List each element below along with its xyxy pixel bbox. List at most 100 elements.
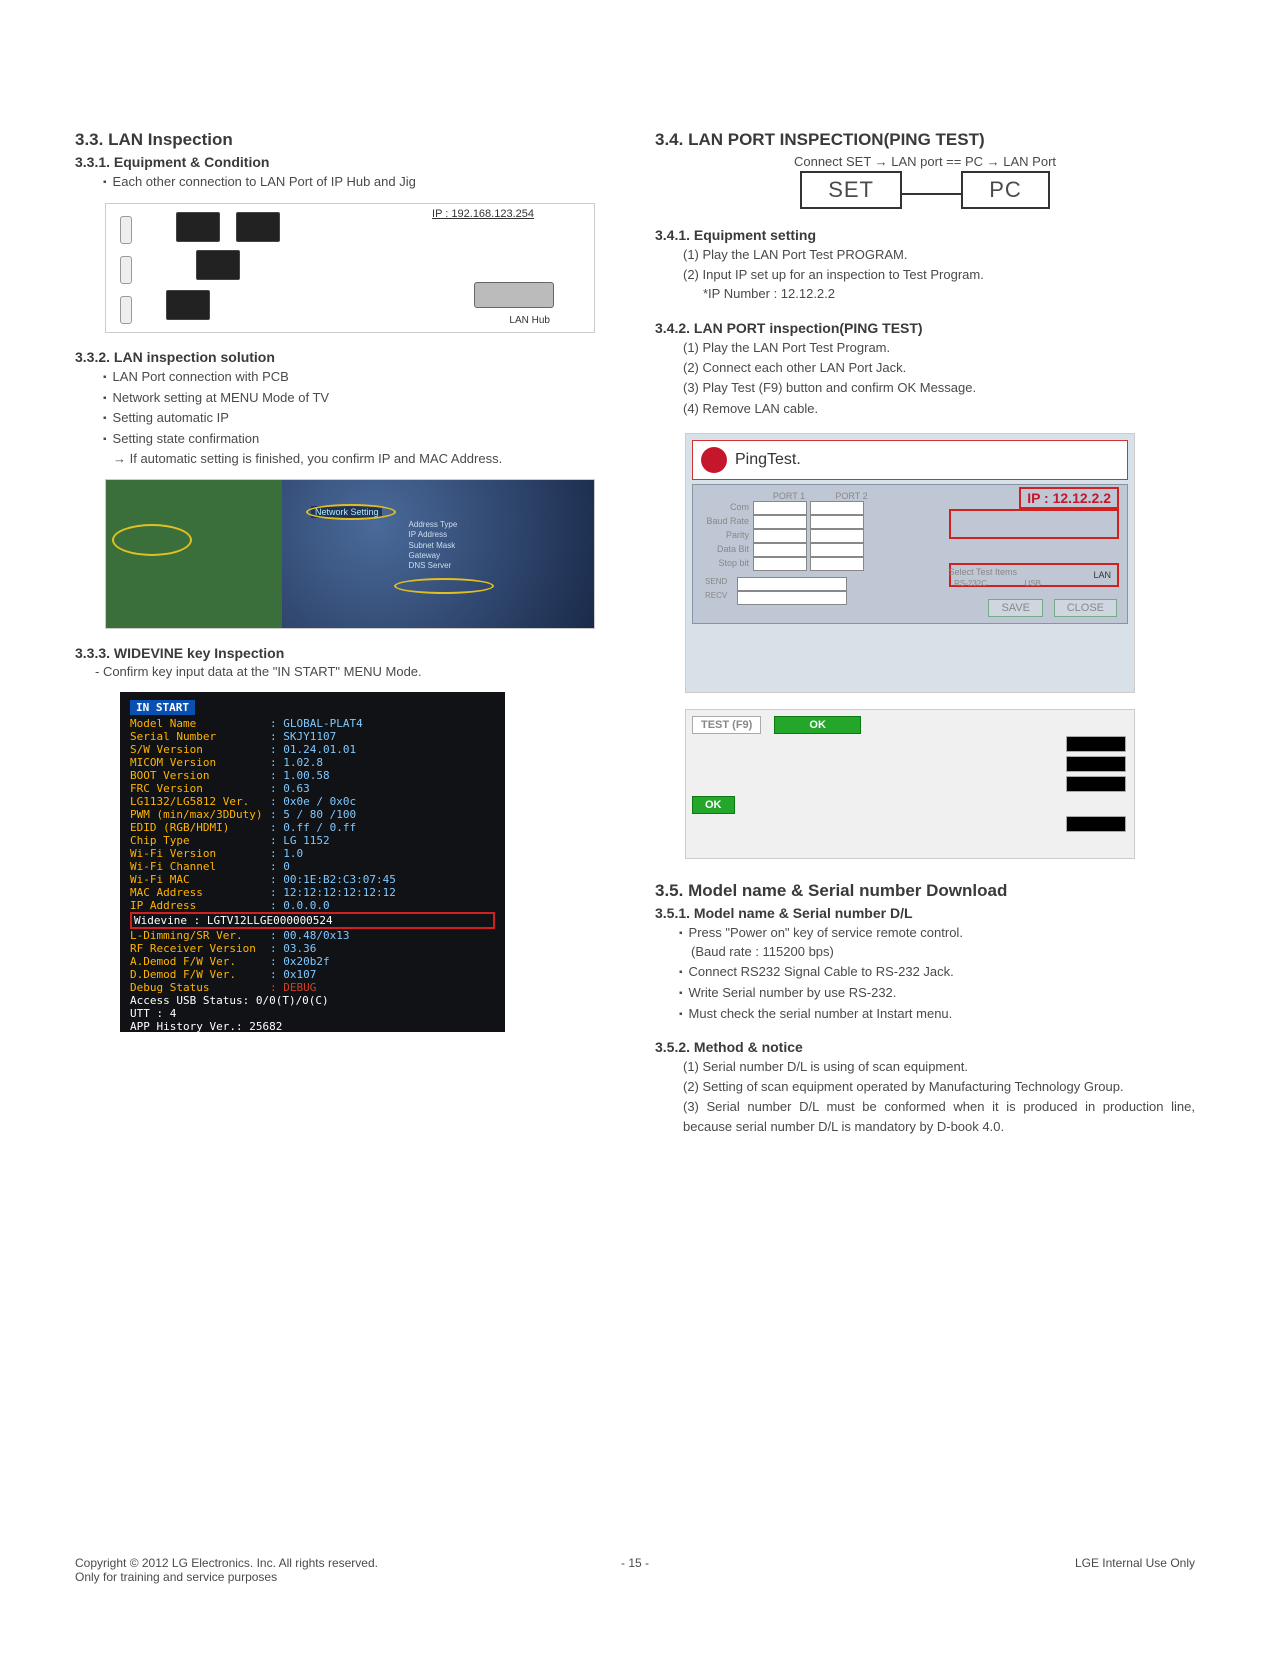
instart-r24: APP History Ver.: 25682 bbox=[130, 1020, 282, 1032]
instart-r02v: : SKJY1107 bbox=[270, 730, 336, 743]
recv-label: RECV bbox=[705, 591, 727, 600]
fld-stopbit: Stop bit bbox=[699, 557, 753, 571]
box-pc: PC bbox=[961, 171, 1050, 209]
instart-r09v: : 0.ff / 0.ff bbox=[270, 821, 356, 834]
heading-3-4-1: 3.4.1. Equipment setting bbox=[655, 227, 1195, 243]
instart-r10v: : LG 1152 bbox=[270, 834, 330, 847]
text-351-b4: Must check the serial number at Instart … bbox=[679, 1004, 1195, 1025]
text-332-b4: Setting state confirmation bbox=[103, 429, 615, 450]
ok-box: OK bbox=[692, 796, 735, 814]
fld-databit: Data Bit bbox=[699, 543, 753, 557]
instart-r18l: RF Receiver Version bbox=[130, 942, 270, 955]
heading-3-3: 3.3. LAN Inspection bbox=[75, 130, 615, 150]
ip-line3: Subnet Mask bbox=[409, 541, 458, 551]
text-342-l2: (2) Connect each other LAN Port Jack. bbox=[683, 358, 1195, 378]
text-332-b1: LAN Port connection with PCB bbox=[103, 367, 615, 388]
instart-r22: Access USB Status: 0/0(T)/0(C) bbox=[130, 994, 329, 1007]
instart-r15v: : 0.0.0.0 bbox=[270, 899, 330, 912]
instart-r01l: Model Name bbox=[130, 717, 270, 730]
instart-r12v: : 0 bbox=[270, 860, 290, 873]
box-set: SET bbox=[800, 171, 902, 209]
radio-rs232c: RS-232C bbox=[954, 579, 987, 588]
instart-r08l: PWM (min/max/3DDuty) bbox=[130, 808, 270, 821]
instart-r15l: IP Address bbox=[130, 899, 270, 912]
ip-line2: IP Address bbox=[409, 530, 458, 540]
instart-r13v: : 00:1E:B2:C3:07:45 bbox=[270, 873, 396, 886]
figure-lan-hub: IP : 192.168.123.254 LAN Hub bbox=[105, 203, 595, 333]
heading-3-3-3: 3.3.3. WIDEVINE key Inspection bbox=[75, 645, 615, 661]
figure-test-ok: TEST (F9) OK OK bbox=[685, 709, 1135, 859]
text-341-l1: (1) Play the LAN Port Test PROGRAM. bbox=[683, 245, 1195, 265]
instart-r14l: MAC Address bbox=[130, 886, 270, 899]
instart-r06l: FRC Version bbox=[130, 782, 270, 795]
ip-line1: Address Type bbox=[409, 520, 458, 530]
select-test-items: Select Test Items bbox=[949, 567, 1017, 577]
instart-r21v: : DEBUG bbox=[270, 981, 316, 994]
instart-r23: UTT : 4 bbox=[130, 1007, 270, 1020]
text-332-b4-sub: → If automatic setting is finished, you … bbox=[113, 450, 615, 469]
figure-instart: IN START Model Name: GLOBAL-PLAT4 Serial… bbox=[120, 692, 505, 1032]
instart-r08v: : 5 / 80 /100 bbox=[270, 808, 356, 821]
text-332-b3: Setting automatic IP bbox=[103, 408, 615, 429]
port2-label: PORT 2 bbox=[822, 491, 882, 501]
figure-jig: PCBA JIG Ready Setting automatic IP Netw… bbox=[105, 479, 595, 629]
instart-r03v: : 01.24.01.01 bbox=[270, 743, 356, 756]
instart-r17l: L-Dimming/SR Ver. bbox=[130, 929, 270, 942]
instart-r03l: S/W Version bbox=[130, 743, 270, 756]
heading-3-4: 3.4. LAN PORT INSPECTION(PING TEST) bbox=[655, 130, 1195, 150]
text-341-l2: (2) Input IP set up for an inspection to… bbox=[683, 265, 1195, 285]
instart-r12l: Wi-Fi Channel bbox=[130, 860, 270, 873]
footer-purpose: Only for training and service purposes bbox=[75, 1570, 378, 1584]
instart-r21l: Debug Status bbox=[130, 981, 270, 994]
heading-3-5-2: 3.5.2. Method & notice bbox=[655, 1039, 1195, 1055]
instart-r07v: : 0x0e / 0x0c bbox=[270, 795, 356, 808]
radio-usb: USB bbox=[1025, 579, 1041, 588]
text-351-b1: Press "Power on" key of service remote c… bbox=[679, 923, 1195, 944]
instart-r19l: A.Demod F/W Ver. bbox=[130, 955, 270, 968]
instart-r18v: : 03.36 bbox=[270, 942, 316, 955]
text-341-l2s: *IP Number : 12.12.2.2 bbox=[703, 285, 1195, 304]
save-button[interactable]: SAVE bbox=[988, 599, 1043, 617]
send-label: SEND bbox=[705, 577, 727, 586]
instart-r02l: Serial Number bbox=[130, 730, 270, 743]
instart-r20v: : 0x107 bbox=[270, 968, 316, 981]
radio-lan: LAN bbox=[1093, 570, 1111, 580]
close-button[interactable]: CLOSE bbox=[1054, 599, 1117, 617]
lg-logo-icon bbox=[701, 447, 727, 473]
figure-pingtest: PingTest. IP : 12.12.2.2 PORT 1 PORT 2 C… bbox=[685, 433, 1135, 693]
instart-r14v: : 12:12:12:12:12:12 bbox=[270, 886, 396, 899]
instart-r05l: BOOT Version bbox=[130, 769, 270, 782]
text-342-l3: (3) Play Test (F9) button and confirm OK… bbox=[683, 378, 1195, 398]
fld-baud: Baud Rate bbox=[699, 515, 753, 529]
port1-label: PORT 1 bbox=[759, 491, 819, 501]
text-352-l2: (2) Setting of scan equipment operated b… bbox=[683, 1077, 1195, 1097]
instart-r10l: Chip Type bbox=[130, 834, 270, 847]
instart-r01v: : GLOBAL-PLAT4 bbox=[270, 717, 363, 730]
text-332-b2: Network setting at MENU Mode of TV bbox=[103, 388, 615, 409]
ip-line5: DNS Server bbox=[409, 561, 458, 571]
instart-r04v: : 1.02.8 bbox=[270, 756, 323, 769]
ok-bar: OK bbox=[774, 716, 861, 734]
text-352-l1: (1) Serial number D/L is using of scan e… bbox=[683, 1057, 1195, 1077]
instart-r06v: : 0.63 bbox=[270, 782, 310, 795]
heading-3-5-1: 3.5.1. Model name & Serial number D/L bbox=[655, 905, 1195, 921]
text-352-l3: (3) Serial number D/L must be conformed … bbox=[683, 1097, 1195, 1137]
text-333: - Confirm key input data at the "IN STAR… bbox=[95, 663, 615, 682]
figure-hub-label: LAN Hub bbox=[509, 315, 550, 326]
fld-parity: Parity bbox=[699, 529, 753, 543]
ip-line4: Gateway bbox=[409, 551, 458, 561]
instart-r11v: : 1.0 bbox=[270, 847, 303, 860]
test-f9-button[interactable]: TEST (F9) bbox=[692, 716, 761, 734]
heading-3-5: 3.5. Model name & Serial number Download bbox=[655, 881, 1195, 901]
heading-3-4-2: 3.4.2. LAN PORT inspection(PING TEST) bbox=[655, 320, 1195, 336]
instart-r04l: MICOM Version bbox=[130, 756, 270, 769]
text-342-l1: (1) Play the LAN Port Test Program. bbox=[683, 338, 1195, 358]
figure-ip-label: IP : 192.168.123.254 bbox=[432, 208, 534, 220]
text-342-l4: (4) Remove LAN cable. bbox=[683, 399, 1195, 419]
text-351-b2: Connect RS232 Signal Cable to RS-232 Jac… bbox=[679, 962, 1195, 983]
instart-r09l: EDID (RGB/HDMI) bbox=[130, 821, 270, 834]
instart-r07l: LG1132/LG5812 Ver. bbox=[130, 795, 270, 808]
heading-3-3-1: 3.3.1. Equipment & Condition bbox=[75, 154, 615, 170]
fld-com: Com bbox=[699, 501, 753, 515]
heading-3-3-2: 3.3.2. LAN inspection solution bbox=[75, 349, 615, 365]
